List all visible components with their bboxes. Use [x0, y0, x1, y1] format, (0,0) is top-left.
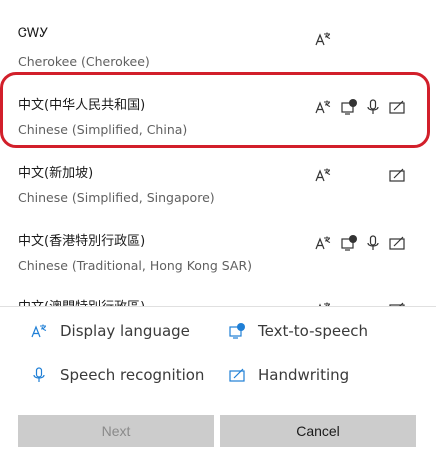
- display-language-icon: [314, 30, 332, 48]
- selected-item-highlight: [0, 72, 430, 148]
- language-native-name: 中文(新加坡): [18, 166, 94, 181]
- legend-label: Text-to-speech: [258, 322, 369, 340]
- handwriting-icon: [388, 166, 406, 184]
- language-english-name: Chinese (Simplified, Singapore): [18, 190, 215, 205]
- language-native-name: 中文(澳門特別行政區): [18, 296, 145, 306]
- handwriting-icon: [388, 234, 406, 252]
- speech-recognition-icon: [364, 234, 382, 252]
- legend-display-language: Display language: [30, 320, 190, 342]
- next-button[interactable]: Next: [18, 415, 214, 447]
- speech-recognition-icon: [30, 366, 48, 384]
- legend-text-to-speech: Text-to-speech: [228, 320, 368, 342]
- language-english-name: Chinese (Traditional, Hong Kong SAR): [18, 258, 253, 273]
- language-item-chinese-simplified-singapore[interactable]: 中文(新加坡) Chinese (Simplified, Singapore): [0, 162, 436, 230]
- language-features: [314, 234, 414, 254]
- text-to-speech-icon: [228, 322, 246, 340]
- display-language-icon: [30, 322, 48, 340]
- text-to-speech-icon: [340, 234, 358, 252]
- language-features: [314, 30, 414, 50]
- language-english-name: Cherokee (Cherokee): [18, 54, 150, 69]
- cancel-button[interactable]: Cancel: [220, 415, 416, 447]
- legend-handwriting: Handwriting: [228, 364, 349, 386]
- legend-label: Speech recognition: [60, 366, 205, 384]
- language-features: [314, 166, 414, 186]
- divider: [0, 306, 436, 307]
- language-list[interactable]: ᏣᎳᎩ Cherokee (Cherokee) 中文(中华人民共和国) Chin…: [0, 0, 436, 306]
- language-native-name: 中文(香港特別行政區): [18, 234, 146, 249]
- legend-label: Handwriting: [258, 366, 350, 384]
- legend-speech-recognition: Speech recognition: [30, 364, 204, 386]
- language-item-chinese-traditional-macao[interactable]: 中文(澳門特別行政區): [0, 296, 436, 306]
- legend-label: Display language: [60, 322, 190, 340]
- language-item-chinese-traditional-hong-kong[interactable]: 中文(香港特別行政區) Chinese (Traditional, Hong K…: [0, 230, 436, 298]
- handwriting-icon: [228, 366, 246, 384]
- display-language-icon: [314, 234, 332, 252]
- display-language-icon: [314, 166, 332, 184]
- language-native-name: ᏣᎳᎩ: [18, 26, 49, 41]
